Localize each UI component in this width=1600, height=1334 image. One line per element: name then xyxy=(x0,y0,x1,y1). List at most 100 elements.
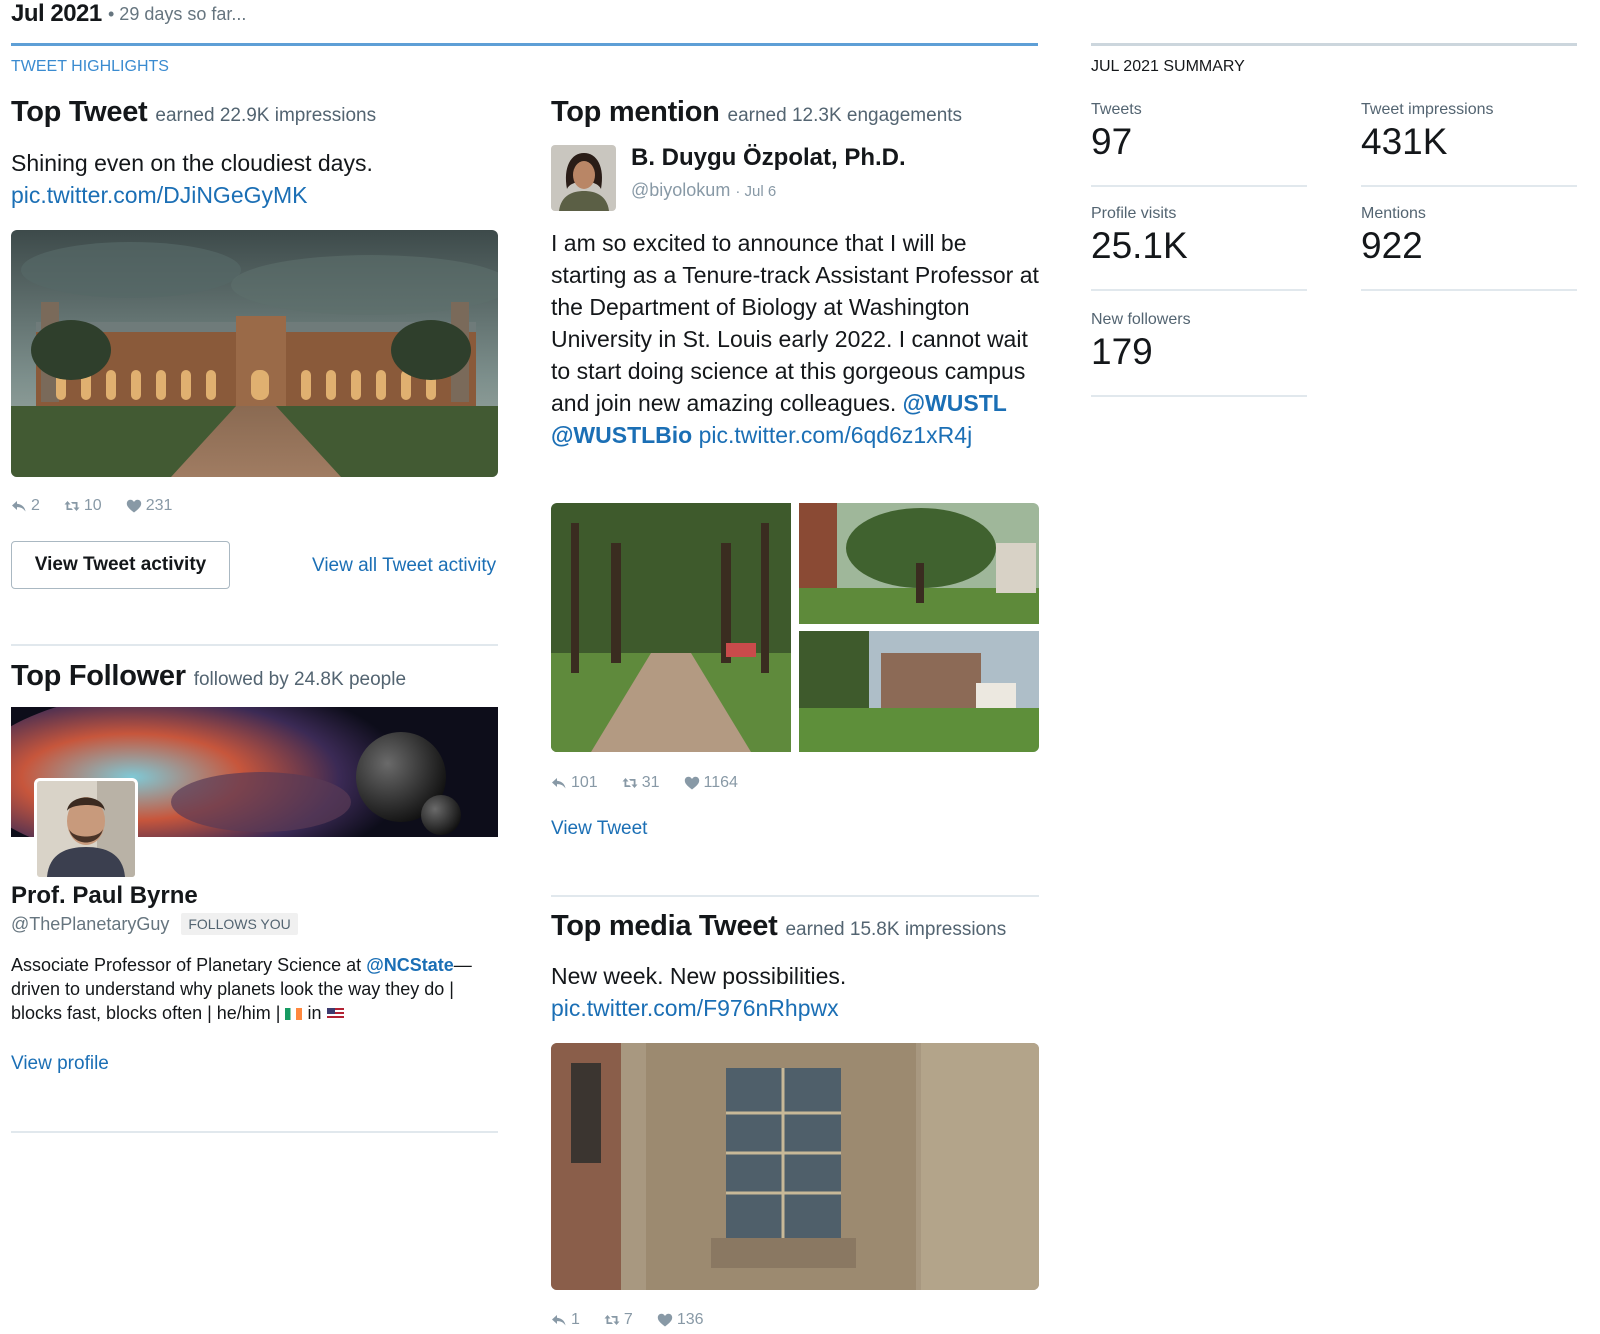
ncstate-mention-link[interactable]: @NCState xyxy=(366,955,454,975)
mention-avatar-photo xyxy=(551,145,616,211)
view-profile-link[interactable]: View profile xyxy=(11,1053,109,1075)
days-so-far: • 29 days so far... xyxy=(108,4,247,24)
retweet-icon xyxy=(604,1312,620,1328)
summary-mentions-label: Mentions xyxy=(1361,205,1426,222)
stat-underline xyxy=(1091,185,1307,187)
section-divider xyxy=(11,644,498,646)
view-tweet-link[interactable]: View Tweet xyxy=(551,818,647,840)
summary-impressions-label: Tweet impressions xyxy=(1361,101,1494,118)
mention-body: I am so excited to announce that I will … xyxy=(551,230,1039,416)
top-tweet-stats: 2 10 231 xyxy=(11,497,172,515)
top-mention-subtitle: earned 12.3K engagements xyxy=(727,105,963,126)
mention-handle[interactable]: @biyolokum xyxy=(631,180,730,200)
follower-handle[interactable]: @ThePlanetaryGuy xyxy=(11,914,169,935)
top-media-text: New week. New possibilities. xyxy=(551,963,847,989)
summary-new-followers: New followers 179 xyxy=(1091,311,1307,397)
top-media-link[interactable]: pic.twitter.com/F976nRhpwx xyxy=(551,995,839,1021)
wustl-mention-link[interactable]: @WUSTL xyxy=(903,390,1007,416)
reply-count[interactable]: 2 xyxy=(11,497,40,515)
top-follower-heading: Top Follower followed by 24.8K people xyxy=(11,660,406,693)
top-tweet-image[interactable] xyxy=(11,230,498,477)
summary-profile-visits: Profile visits 25.1K xyxy=(1091,205,1307,291)
mention-meta: @biyolokum · Jul 6 xyxy=(631,180,776,201)
follows-you-badge: FOLLOWS YOU xyxy=(181,913,298,935)
top-mention-heading: Top mention earned 12.3K engagements xyxy=(551,96,962,129)
reply-icon xyxy=(11,498,27,514)
reply-icon xyxy=(551,775,567,791)
summary-mentions: Mentions 922 xyxy=(1361,205,1577,291)
campus-photos xyxy=(551,503,1039,752)
mention-image-grid[interactable] xyxy=(551,503,1039,752)
view-all-tweet-activity-link[interactable]: View all Tweet activity xyxy=(312,555,496,577)
university-building-photo xyxy=(11,230,498,477)
summary-rule xyxy=(1091,43,1577,46)
mention-avatar[interactable] xyxy=(551,145,616,211)
summary-impressions: Tweet impressions 431K xyxy=(1361,101,1577,187)
top-media-subtitle: earned 15.8K impressions xyxy=(785,919,1007,940)
follower-bio-in: in xyxy=(302,1003,327,1023)
top-tweet-link[interactable]: pic.twitter.com/DJiNGeGyMK xyxy=(11,182,308,208)
summary-mentions-value: 922 xyxy=(1361,225,1423,266)
summary-label: JUL 2021 SUMMARY xyxy=(1091,58,1245,75)
retweet-icon xyxy=(622,775,638,791)
summary-tweets-label: Tweets xyxy=(1091,101,1142,118)
wustlbio-mention-link[interactable]: @WUSTLBio xyxy=(551,422,692,448)
follower-bio: Associate Professor of Planetary Science… xyxy=(11,953,503,1025)
section-divider xyxy=(11,1131,498,1133)
ireland-flag-icon xyxy=(285,1008,303,1020)
campus-lawn-photo xyxy=(799,503,1039,624)
summary-followers-label: New followers xyxy=(1091,311,1191,328)
reply-count[interactable]: 101 xyxy=(551,774,598,792)
retweet-count[interactable]: 10 xyxy=(64,497,102,515)
follower-avatar-photo xyxy=(37,781,135,877)
summary-tweets: Tweets 97 xyxy=(1091,101,1307,187)
heart-icon xyxy=(126,498,142,514)
top-follower-title: Top Follower xyxy=(11,660,186,692)
retweet-count[interactable]: 31 xyxy=(622,774,660,792)
top-tweet-subtitle: earned 22.9K impressions xyxy=(155,105,377,126)
top-tweet-heading: Top Tweet earned 22.9K impressions xyxy=(11,96,376,129)
reply-count[interactable]: 1 xyxy=(551,1311,580,1329)
summary-impressions-value: 431K xyxy=(1361,121,1448,162)
retweet-icon xyxy=(64,498,80,514)
follower-bio-text: Associate Professor of Planetary Science… xyxy=(11,955,367,975)
stat-underline xyxy=(1091,395,1307,397)
summary-followers-value: 179 xyxy=(1091,331,1153,372)
top-tweet-text-block: Shining even on the cloudiest days. pic.… xyxy=(11,147,501,211)
like-count[interactable]: 1164 xyxy=(684,774,738,792)
top-media-heading: Top media Tweet earned 15.8K impressions xyxy=(551,910,1006,943)
top-media-title: Top media Tweet xyxy=(551,910,778,942)
view-tweet-activity-button[interactable]: View Tweet activity xyxy=(11,541,230,589)
heart-icon xyxy=(684,775,700,791)
mention-date: · Jul 6 xyxy=(735,183,777,200)
stat-underline xyxy=(1361,185,1577,187)
top-tweet-title: Top Tweet xyxy=(11,96,148,128)
tree-path-photo xyxy=(551,503,791,752)
mention-author-name[interactable]: B. Duygu Özpolat, Ph.D. xyxy=(631,144,906,172)
retweet-count[interactable]: 7 xyxy=(604,1311,633,1329)
follower-avatar[interactable] xyxy=(34,778,138,880)
top-media-image[interactable] xyxy=(551,1043,1039,1290)
top-tweet-text: Shining even on the cloudiest days. xyxy=(11,150,373,176)
follower-name[interactable]: Prof. Paul Byrne xyxy=(11,882,198,910)
top-media-text-block: New week. New possibilities. pic.twitter… xyxy=(551,960,1041,1024)
mention-pic-link[interactable]: pic.twitter.com/6qd6z1xR4j xyxy=(699,422,973,448)
summary-visits-label: Profile visits xyxy=(1091,205,1177,222)
mention-stats: 101 31 1164 xyxy=(551,774,738,792)
top-follower-subtitle: followed by 24.8K people xyxy=(193,669,407,690)
top-media-stats: 1 7 136 xyxy=(551,1311,704,1329)
mention-text: I am so excited to announce that I will … xyxy=(551,227,1041,451)
campus-building-photo xyxy=(799,631,1039,752)
stat-underline xyxy=(1091,289,1307,291)
section-divider xyxy=(551,895,1039,897)
month-title: Jul 2021 xyxy=(11,0,102,27)
stat-underline xyxy=(1361,289,1577,291)
header-rule xyxy=(11,43,1038,46)
like-count[interactable]: 136 xyxy=(657,1311,704,1329)
follower-handle-row: @ThePlanetaryGuy FOLLOWS YOU xyxy=(11,913,298,935)
reply-icon xyxy=(551,1312,567,1328)
like-count[interactable]: 231 xyxy=(126,497,172,515)
heart-icon xyxy=(657,1312,673,1328)
top-mention-title: Top mention xyxy=(551,96,720,128)
us-flag-icon xyxy=(326,1008,344,1020)
